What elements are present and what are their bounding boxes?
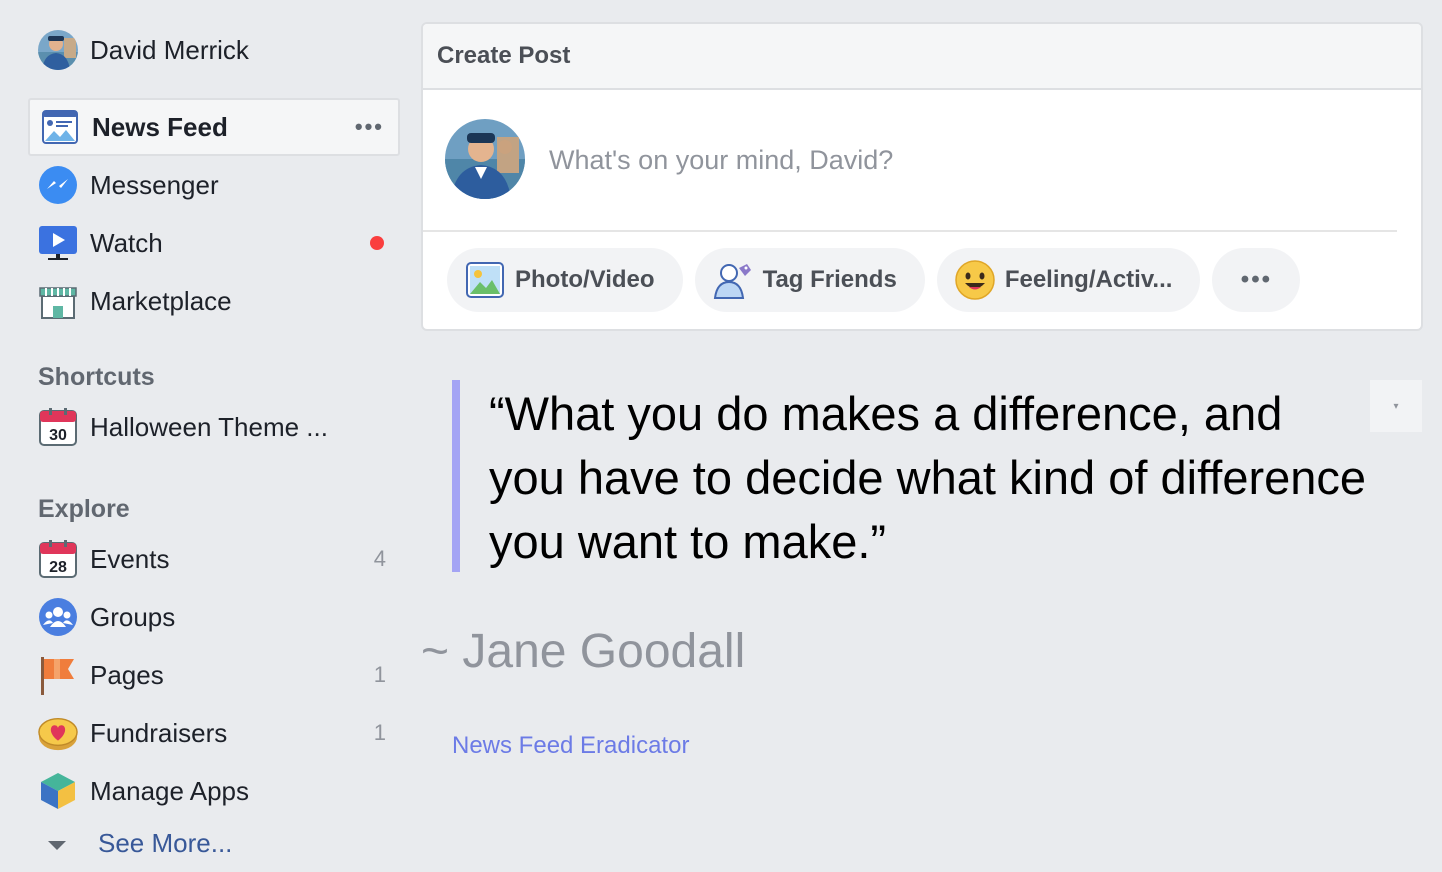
sidebar-item-messenger[interactable]: Messenger xyxy=(28,156,400,214)
sidebar-item-label: Fundraisers xyxy=(90,717,228,748)
profile-link[interactable]: David Merrick xyxy=(28,22,400,78)
sidebar-item-halloween-theme[interactable]: 30 Halloween Theme ... xyxy=(28,398,400,456)
cube-icon xyxy=(38,771,78,811)
chevron-down-icon xyxy=(48,840,66,850)
explore-heading: Explore xyxy=(38,495,130,523)
create-post-title: Create Post xyxy=(437,42,571,69)
sidebar-item-watch[interactable]: Watch xyxy=(28,214,400,272)
create-post-header: Create Post xyxy=(423,24,1421,90)
fundraiser-icon xyxy=(38,713,78,753)
more-options-icon[interactable]: ••• xyxy=(355,114,384,140)
count-badge: 1 xyxy=(373,720,386,745)
sidebar-item-manage-apps[interactable]: Manage Apps xyxy=(28,762,400,820)
sidebar-item-label: Manage Apps xyxy=(90,775,250,806)
sidebar-item-events[interactable]: 28 Events 4 xyxy=(28,530,400,588)
sidebar-item-label: Groups xyxy=(90,601,176,632)
avatar xyxy=(38,30,78,70)
feeling-activity-button[interactable]: Feeling/Activ... xyxy=(936,248,1201,312)
see-more-label: See More... xyxy=(98,827,233,858)
tag-friends-label: Tag Friends xyxy=(762,266,897,293)
marketplace-icon xyxy=(38,281,78,321)
photo-video-button[interactable]: Photo/Video xyxy=(447,248,683,312)
news-feed-eradicator-link[interactable]: News Feed Eradicator xyxy=(452,732,689,760)
svg-text:30: 30 xyxy=(49,427,67,444)
sidebar-item-label: Marketplace xyxy=(90,285,232,316)
composer-row xyxy=(423,90,1397,232)
notification-dot xyxy=(370,236,384,250)
count-badge: 1 xyxy=(373,662,386,687)
quote-menu-button[interactable]: ▾ xyxy=(1370,380,1422,432)
groups-icon xyxy=(38,597,78,637)
photo-video-label: Photo/Video xyxy=(515,266,655,293)
sidebar-item-label: Pages xyxy=(90,659,164,690)
composer-actions: Photo/Video Tag Friends Feeling/Activ...… xyxy=(423,248,1421,312)
shortcuts-heading: Shortcuts xyxy=(38,363,155,391)
more-options-button[interactable]: ••• xyxy=(1212,248,1301,312)
calendar-icon: 30 xyxy=(38,407,78,447)
news-feed-icon xyxy=(40,107,80,147)
profile-name: David Merrick xyxy=(90,34,249,65)
sidebar-item-fundraisers[interactable]: Fundraisers 1 xyxy=(28,704,400,762)
chevron-down-icon: ▾ xyxy=(1393,400,1399,412)
tag-friends-icon xyxy=(713,260,753,300)
main-nav: News Feed ••• Messenger Watch Marketplac… xyxy=(28,98,400,330)
create-post-card: Create Post What's on your mind, David? … xyxy=(421,22,1423,331)
calendar-icon: 28 xyxy=(38,539,78,579)
status-input[interactable] xyxy=(549,144,1249,176)
sidebar-item-marketplace[interactable]: Marketplace xyxy=(28,272,400,330)
messenger-icon xyxy=(38,165,78,205)
more-options-icon: ••• xyxy=(1240,266,1273,293)
quote-author: ~ Jane Goodall xyxy=(421,625,746,678)
watch-icon xyxy=(38,223,78,263)
sidebar-item-news-feed[interactable]: News Feed ••• xyxy=(28,98,400,156)
tag-friends-button[interactable]: Tag Friends xyxy=(694,248,925,312)
count-badge: 4 xyxy=(373,546,386,571)
svg-text:28: 28 xyxy=(49,559,67,576)
quote-bar xyxy=(452,380,460,572)
left-sidebar: David Merrick News Feed ••• Messenger Wa… xyxy=(28,22,400,866)
flag-icon xyxy=(38,655,78,695)
sidebar-item-label: Messenger xyxy=(90,169,219,200)
photo-icon xyxy=(465,260,505,300)
avatar xyxy=(445,119,525,199)
sidebar-item-label: News Feed xyxy=(92,111,228,142)
smiley-icon xyxy=(955,260,995,300)
sidebar-item-label: Watch xyxy=(90,227,163,258)
see-more-link[interactable]: See More... xyxy=(28,820,400,866)
sidebar-item-pages[interactable]: Pages 1 xyxy=(28,646,400,704)
sidebar-item-label: Events xyxy=(90,543,170,574)
feeling-activity-label: Feeling/Activ... xyxy=(1004,266,1173,293)
quote-text: “What you do makes a difference, and you… xyxy=(489,387,1367,568)
sidebar-item-groups[interactable]: Groups xyxy=(28,588,400,646)
sidebar-item-label: Halloween Theme ... xyxy=(90,411,328,442)
